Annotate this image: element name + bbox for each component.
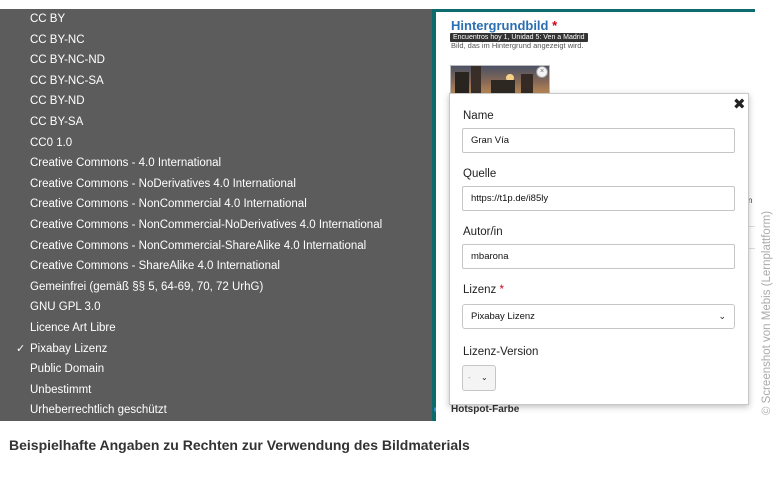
thumbnail-building xyxy=(471,66,481,96)
chevron-down-icon: ⌄ xyxy=(481,373,488,382)
tooltip: Encuentros hoy 1, Unidad 5: Ven a Madrid xyxy=(450,33,588,42)
copyright-watermark: © Screenshot von Mebis (Lernplattform) xyxy=(761,210,773,415)
checkmark-icon: ✓ xyxy=(16,342,26,355)
license-option-label: GNU GPL 3.0 xyxy=(30,301,101,314)
license-option-label: CC BY-NC-ND xyxy=(30,54,105,67)
background-thumbnail[interactable] xyxy=(450,65,550,96)
license-dropdown-list[interactable]: CC BY CC BY-NC CC BY-NC-ND CC BY-NC-SA CC BY… xyxy=(0,9,432,421)
required-asterisk: * xyxy=(499,284,504,296)
license-option-label: Creative Commons - NonCommercial-ShareAl… xyxy=(30,239,367,252)
license-option-label: CC BY-NC-SA xyxy=(30,74,104,87)
license-option-label: CC0 1.0 xyxy=(30,136,73,149)
license-option-label: Creative Commons - 4.0 International xyxy=(30,157,222,170)
license-option[interactable]: CC BY-ND xyxy=(0,91,432,112)
close-icon[interactable]: ✖ xyxy=(733,97,746,112)
chevron-down-icon: ⌄ xyxy=(718,311,726,321)
license-option[interactable]: CC BY-NC xyxy=(0,30,432,51)
license-option[interactable]: Licence Art Libre xyxy=(0,318,432,339)
license-option-label: CC BY-SA xyxy=(30,116,84,128)
license-option-label: Public Domain xyxy=(30,363,105,376)
name-label: Name xyxy=(463,110,494,122)
license-option-label: CC BY-ND xyxy=(30,95,85,108)
background-image-title: Hintergrundbild * xyxy=(451,18,557,33)
background-image-description: Bild, das im Hintergrund angezeigt wird. xyxy=(451,41,584,50)
license-option-label: Gemeinfrei (gemäß §§ 5, 64-69, 70, 72 Ur… xyxy=(30,280,264,293)
license-option-label: Unbestimmt xyxy=(30,383,92,396)
license-option[interactable]: Unbestimmt xyxy=(0,380,432,401)
license-option[interactable]: Urheberrechtlich geschützt xyxy=(0,400,432,421)
screenshot: CC BY CC BY-NC CC BY-NC-ND CC BY-NC-SA CC BY… xyxy=(0,0,781,421)
license-version-value: - xyxy=(468,373,471,382)
license-option[interactable]: Gemeinfrei (gemäß §§ 5, 64-69, 70, 72 Ur… xyxy=(0,277,432,298)
license-option[interactable]: CC BY-SA xyxy=(0,112,432,133)
license-label-text: Lizenz xyxy=(463,284,497,296)
panel-separator xyxy=(748,248,755,249)
source-label: Quelle xyxy=(463,168,497,180)
background-image-title-text: Hintergrundbild xyxy=(451,18,549,33)
license-option[interactable]: GNU GPL 3.0 xyxy=(0,297,432,318)
license-option-label: Urheberrechtlich geschützt xyxy=(30,404,167,417)
license-option[interactable]: CC BY-NC-SA xyxy=(0,71,432,92)
hotspot-color-label: Hotspot-Farbe xyxy=(451,404,520,415)
license-option[interactable]: Creative Commons - ShareAlike 4.0 Intern… xyxy=(0,256,432,277)
license-option[interactable]: CC BY xyxy=(0,9,432,30)
name-field[interactable]: Gran Vía xyxy=(462,128,735,153)
author-label: Autor/in xyxy=(463,226,503,238)
license-option-label: CC BY-NC xyxy=(30,33,85,46)
panel-top-bar xyxy=(436,9,755,12)
required-asterisk: * xyxy=(552,18,558,33)
license-option-label: Creative Commons - NoDerivatives 4.0 Int… xyxy=(30,177,296,190)
license-option[interactable]: CC BY-NC-ND xyxy=(0,50,432,71)
figure-caption: Beispielhafte Angaben zu Rechten zur Ver… xyxy=(9,437,470,453)
source-field[interactable]: https://t1p.de/i85ly xyxy=(462,186,735,211)
license-option-label: Creative Commons - ShareAlike 4.0 Intern… xyxy=(30,260,280,273)
thumbnail-remove-icon[interactable]: × xyxy=(536,66,548,78)
license-option-label: Pixabay Lizenz xyxy=(30,342,108,355)
license-option[interactable]: Creative Commons - 4.0 International xyxy=(0,153,432,174)
license-option[interactable]: ✓ Pixabay Lizenz xyxy=(0,339,432,360)
author-field[interactable]: mbarona xyxy=(462,244,735,269)
panel-separator xyxy=(748,226,755,227)
license-option-label: Creative Commons - NonCommercial-NoDeriv… xyxy=(30,219,383,231)
license-option[interactable]: Public Domain xyxy=(0,359,432,380)
license-option[interactable]: Creative Commons - NoDerivatives 4.0 Int… xyxy=(0,174,432,195)
license-label: Lizenz * xyxy=(463,284,504,296)
license-option[interactable]: Creative Commons - NonCommercial-ShareAl… xyxy=(0,236,432,257)
license-select[interactable]: Pixabay Lizenz ⌄ xyxy=(462,304,735,329)
license-option[interactable]: Creative Commons - NonCommercial 4.0 Int… xyxy=(0,194,432,215)
license-option-label: Licence Art Libre xyxy=(30,322,116,334)
license-option-label: CC BY xyxy=(30,13,66,25)
license-option[interactable]: CC0 1.0 xyxy=(0,133,432,154)
license-option[interactable]: Creative Commons - NonCommercial-NoDeriv… xyxy=(0,215,432,236)
license-version-label: Lizenz-Version xyxy=(463,346,539,358)
license-select-value: Pixabay Lizenz xyxy=(471,311,535,322)
license-option-label: Creative Commons - NonCommercial 4.0 Int… xyxy=(30,198,307,211)
license-version-select[interactable]: - ⌄ xyxy=(462,365,496,391)
